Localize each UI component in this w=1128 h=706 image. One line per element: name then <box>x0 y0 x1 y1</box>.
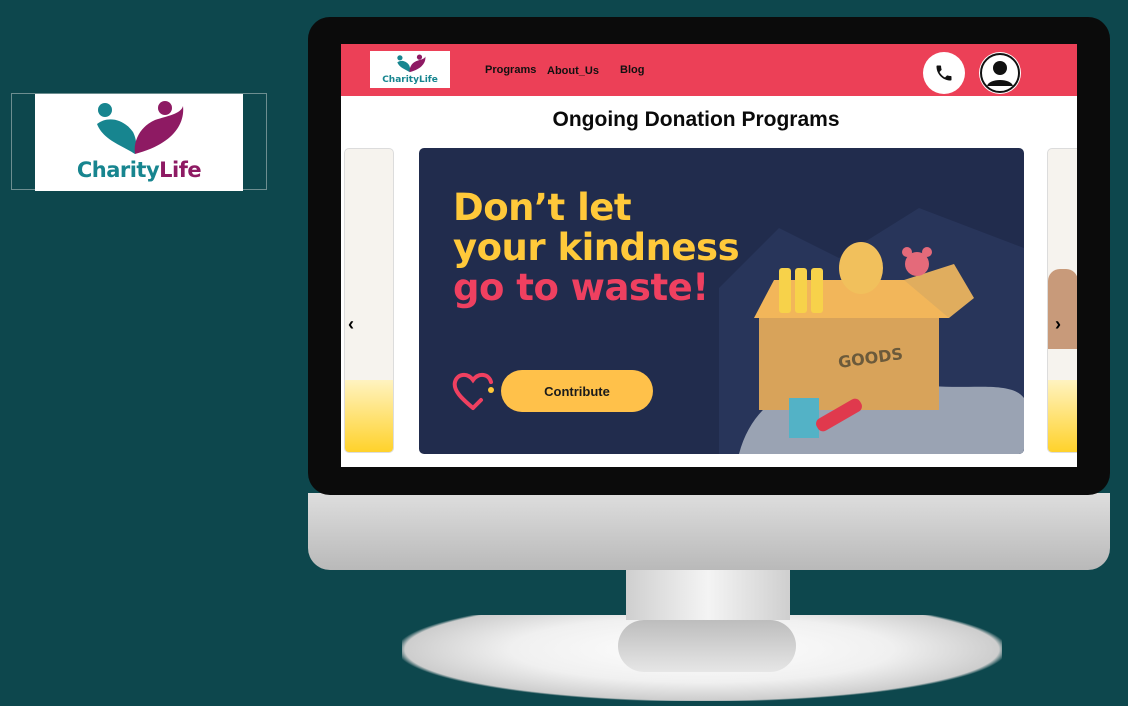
next-slide-image <box>1048 269 1077 349</box>
website-screen: CharityLife Programs About_Us Blog Ongoi… <box>341 44 1077 467</box>
nav-logo-text: CharityLife <box>370 75 450 85</box>
user-icon <box>980 53 1020 93</box>
brand-life: Life <box>159 158 202 182</box>
donation-banner: GOODS Don’t let your kindness go to wast… <box>419 148 1024 454</box>
contribute-button[interactable]: Contribute <box>501 370 653 412</box>
logo-card-brand: CharityLife <box>35 158 243 182</box>
phone-button[interactable] <box>923 52 965 94</box>
nav-logo[interactable]: CharityLife <box>370 51 450 88</box>
next-slide-yellow <box>1048 380 1077 452</box>
heart-arrow-icon <box>452 373 494 410</box>
monitor-foot-core <box>618 620 796 672</box>
chevron-left-icon[interactable]: ‹ <box>348 314 354 335</box>
brand-charity: Charity <box>76 158 160 182</box>
charity-heart-logo-icon <box>97 101 184 154</box>
nav-link-about-us[interactable]: About_Us <box>547 65 599 77</box>
headline-line-2: your kindness <box>453 226 740 269</box>
nav-heart-logo-icon <box>397 54 426 73</box>
logo-card: CharityLife <box>11 93 267 191</box>
carousel-prev-slide[interactable] <box>344 148 394 453</box>
carousel-next-slide[interactable] <box>1047 148 1077 453</box>
nav-link-programs[interactable]: Programs <box>485 64 536 76</box>
donation-box-illustration: GOODS <box>719 208 1024 454</box>
nav-logo-brand: CharityLife <box>382 75 438 85</box>
monitor-neck <box>626 568 790 620</box>
headline-line-3: go to waste! <box>453 266 709 309</box>
prev-slide-image <box>345 380 393 452</box>
user-button[interactable] <box>979 52 1021 94</box>
monitor-chin <box>308 493 1110 570</box>
phone-icon <box>936 65 952 81</box>
logo-card-inner: CharityLife <box>35 94 243 191</box>
headline-line-1: Don’t let <box>453 186 632 229</box>
nav-link-blog[interactable]: Blog <box>620 64 644 76</box>
banner-headline: Don’t let your kindness go to waste! <box>453 186 740 309</box>
page-title: Ongoing Donation Programs <box>552 108 840 131</box>
navbar: CharityLife Programs About_Us Blog <box>341 44 1077 96</box>
chevron-right-icon[interactable]: › <box>1055 314 1061 335</box>
